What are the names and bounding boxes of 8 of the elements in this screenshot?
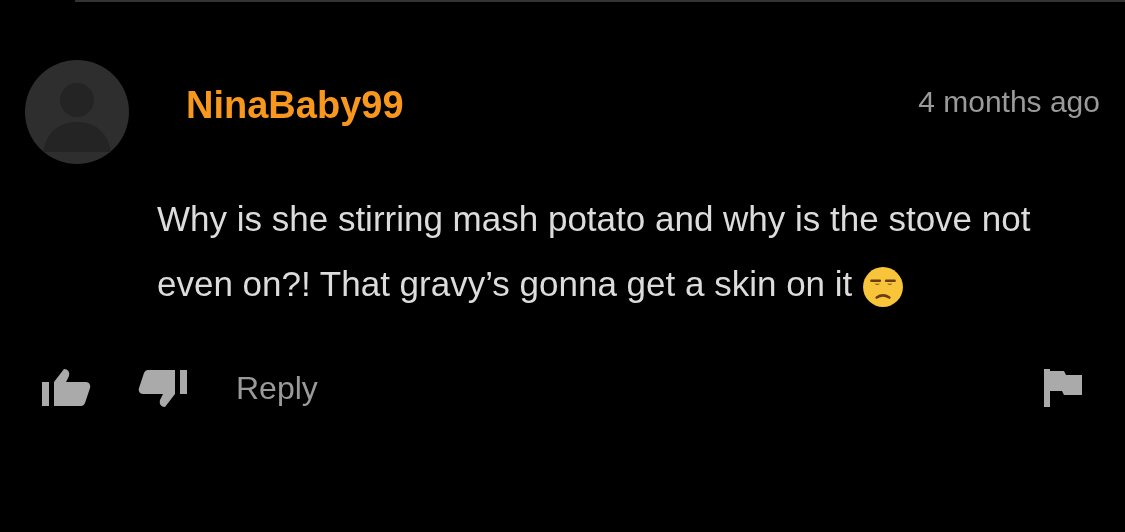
flag-icon[interactable] (1044, 369, 1082, 407)
reply-link[interactable]: Reply (236, 369, 318, 407)
username[interactable]: NinaBaby99 (186, 83, 404, 127)
thumbs-down-icon[interactable] (137, 368, 189, 408)
comment-text: Why is she stirring mash potato and why is the stove not even on?! That gravy’s gonna get a skin on it (157, 186, 1102, 316)
thumbs-up-icon[interactable] (40, 368, 92, 408)
unamused-face-icon (862, 265, 904, 308)
timestamp: 4 months ago (918, 85, 1100, 119)
